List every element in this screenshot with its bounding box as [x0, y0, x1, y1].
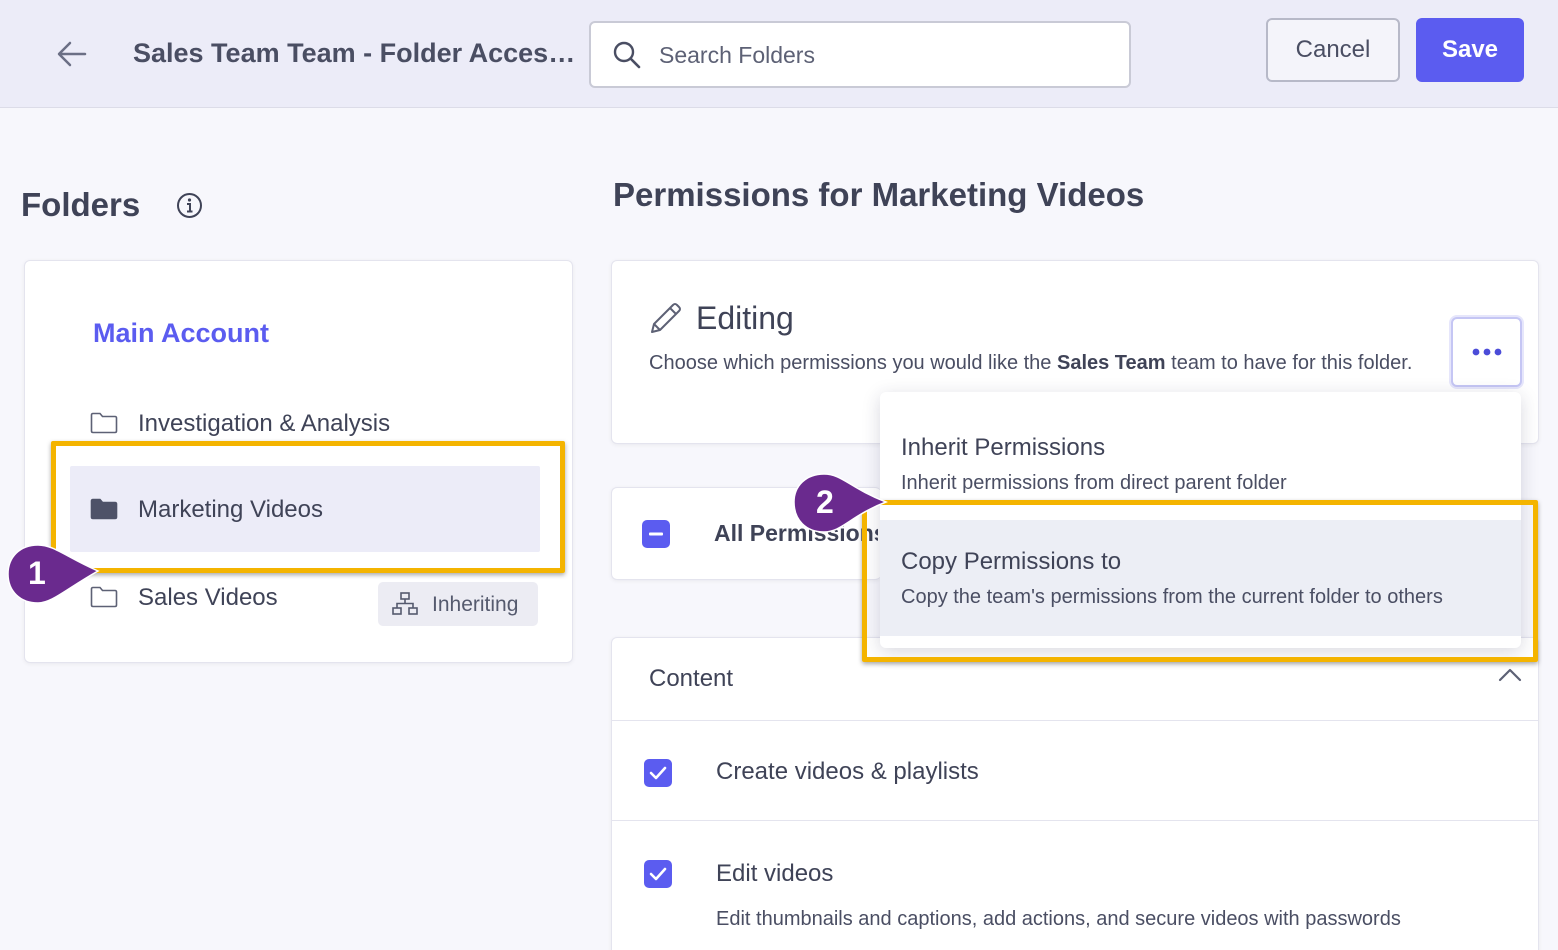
- more-options-button[interactable]: [1451, 317, 1522, 387]
- check-icon: [649, 766, 667, 780]
- menu-item-title: Copy Permissions to: [901, 548, 1122, 575]
- editing-desc-text: team to have for this folder.: [1165, 352, 1413, 374]
- team-name: Sales Team: [1056, 352, 1166, 374]
- menu-item-title: Inherit Permissions: [901, 434, 1106, 461]
- editing-description: Choose which permissions you would like …: [649, 348, 1439, 378]
- divider: [612, 720, 1538, 721]
- cancel-button[interactable]: Cancel: [1266, 18, 1400, 82]
- inheriting-badge: Inheriting: [378, 582, 538, 626]
- content-section-card: [611, 637, 1539, 950]
- editing-desc-text: Choose which permissions you would like …: [649, 352, 1057, 374]
- menu-item-description: Inherit permissions from direct parent f…: [901, 472, 1287, 494]
- page-title: Sales Team Team - Folder Access Settings: [133, 38, 581, 68]
- info-icon[interactable]: [176, 192, 203, 219]
- arrow-left-icon: [57, 41, 87, 67]
- hierarchy-icon: [392, 592, 418, 615]
- divider: [612, 820, 1538, 821]
- content-section-title: Content: [649, 665, 734, 692]
- folder-label: Marketing Videos: [138, 496, 323, 523]
- all-permissions-label: All Permissions: [714, 520, 878, 546]
- folder-filled-icon: [90, 498, 118, 520]
- create-videos-label: Create videos & playlists: [716, 758, 979, 785]
- account-name[interactable]: Main Account: [93, 318, 269, 349]
- check-icon: [649, 867, 667, 881]
- save-button[interactable]: Save: [1416, 18, 1524, 82]
- folder-item-marketing-videos[interactable]: Marketing Videos: [70, 466, 540, 552]
- menu-item-copy-permissions[interactable]: Copy Permissions to Copy the team's perm…: [880, 520, 1521, 636]
- more-horizontal-icon: [1472, 348, 1501, 356]
- editing-title: Editing: [696, 300, 794, 336]
- chevron-up-icon[interactable]: [1498, 668, 1522, 682]
- search-icon: [613, 41, 641, 69]
- edit-videos-label: Edit videos: [716, 860, 834, 887]
- folders-heading: Folders: [21, 186, 141, 223]
- search-input[interactable]: [659, 35, 1099, 75]
- pencil-icon: [651, 303, 681, 333]
- all-permissions-checkbox[interactable]: [642, 520, 670, 548]
- edit-videos-checkbox[interactable]: [644, 860, 672, 888]
- folder-icon: [90, 586, 118, 608]
- more-options-menu: Inherit Permissions Inherit permissions …: [880, 392, 1521, 648]
- folder-label: Sales Videos: [138, 584, 278, 611]
- folder-item-investigation[interactable]: Investigation & Analysis: [70, 394, 540, 454]
- folder-icon: [90, 412, 118, 434]
- folder-label: Investigation & Analysis: [138, 410, 391, 437]
- create-videos-checkbox[interactable]: [644, 759, 672, 787]
- inheriting-label: Inheriting: [432, 593, 519, 616]
- search-box[interactable]: [589, 21, 1131, 88]
- top-bar: Sales Team Team - Folder Access Settings…: [0, 0, 1558, 108]
- permissions-heading: Permissions for Marketing Videos: [613, 176, 1145, 213]
- menu-item-description: Copy the team's permissions from the cur…: [901, 586, 1443, 608]
- minus-icon: [649, 532, 663, 536]
- edit-videos-description: Edit thumbnails and captions, add action…: [716, 908, 1401, 930]
- back-button[interactable]: [52, 34, 92, 74]
- menu-item-inherit-permissions[interactable]: Inherit Permissions Inherit permissions …: [880, 392, 1521, 508]
